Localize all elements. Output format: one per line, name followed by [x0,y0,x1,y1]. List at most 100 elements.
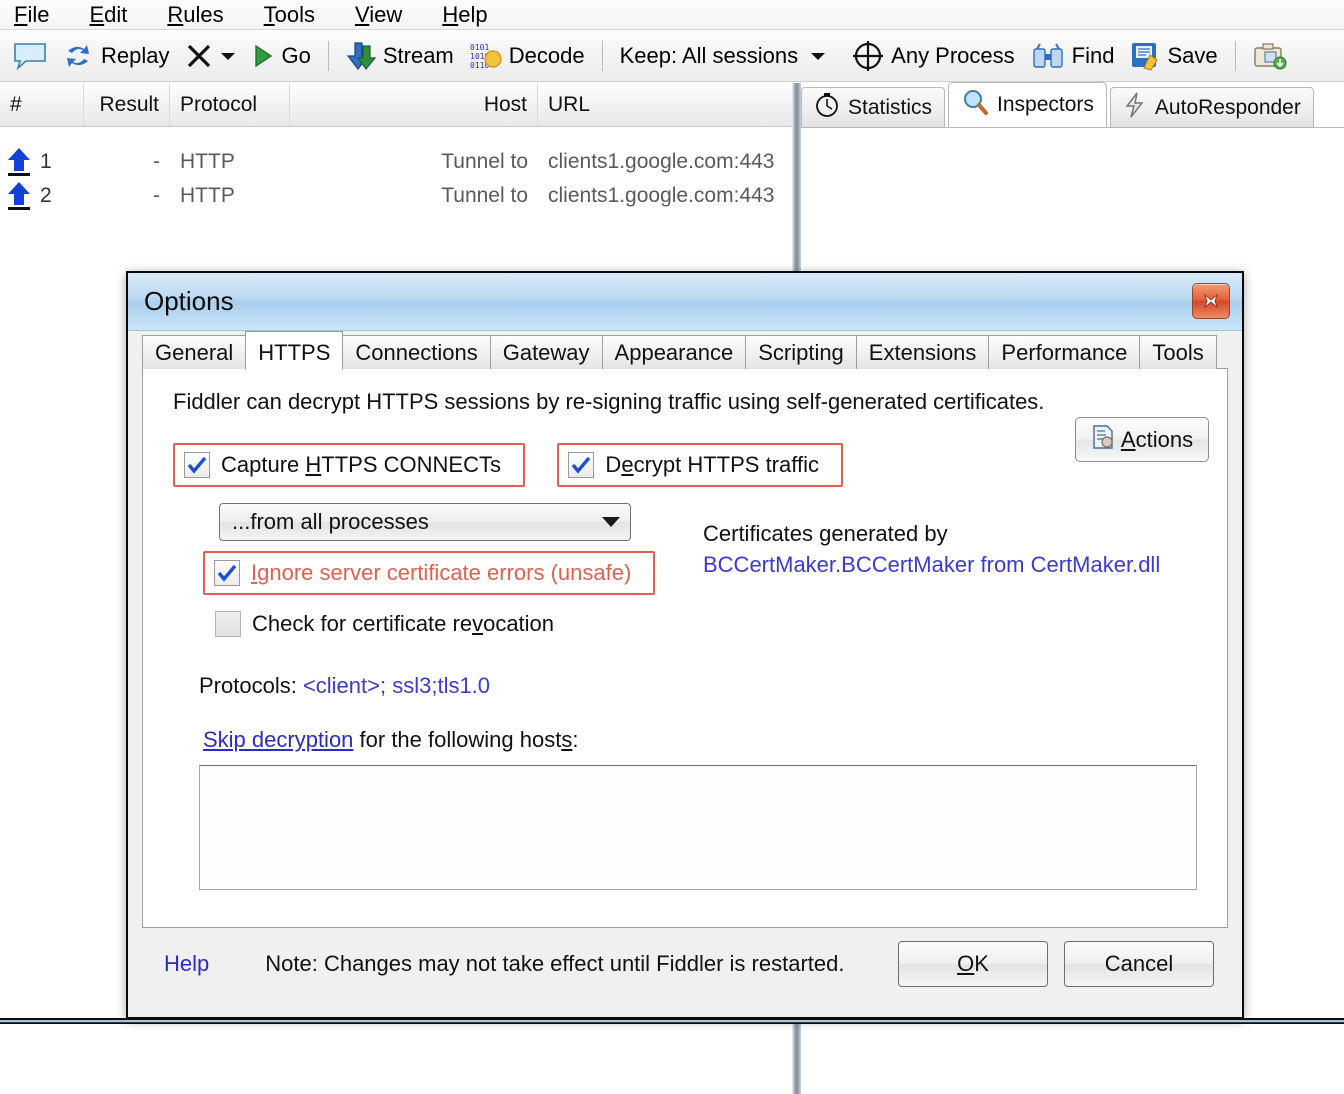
save-button[interactable]: Save [1122,34,1225,78]
menu-bar: File Edit Rules Tools View Help [0,0,1344,30]
menu-item-rules[interactable]: Rules [153,2,237,28]
ok-label: OK [957,951,989,977]
chevron-down-icon [602,517,620,527]
column-header-result[interactable]: Result [84,83,170,126]
process-filter-dropdown[interactable]: ...from all processes [219,503,631,541]
label-part: TTPS CONNECTs [321,452,501,477]
tab-extensions[interactable]: Extensions [855,334,990,369]
ignore-cert-errors-checkbox[interactable] [214,560,240,586]
label-accel: A [1120,426,1136,452]
menu-label: ile [27,1,50,27]
replay-icon [64,41,94,71]
check-revocation-label: Check for certificate revocation [252,611,554,637]
session-number: 2 [40,184,52,207]
https-tab-page: Fiddler can decrypt HTTPS sessions by re… [142,368,1228,928]
check-revocation-row: Check for certificate revocation [215,611,1207,637]
table-row[interactable]: 1 - HTTP Tunnel to clients1.google.com:4… [0,145,792,179]
protocols-label: Protocols: [199,673,303,698]
comment-button[interactable] [4,34,56,78]
column-header-protocol[interactable]: Protocol [170,83,290,126]
dialog-title: Options [144,286,234,316]
menu-label: dit [104,1,128,27]
tab-autoresponder[interactable]: AutoResponder [1109,87,1314,127]
menu-item-help[interactable]: Help [428,2,501,28]
tab-label: AutoResponder [1154,95,1301,119]
session-url: clients1.google.com:443 [548,184,775,207]
magnifier-icon [961,88,989,122]
remove-button[interactable] [177,34,244,78]
replay-label: Replay [101,43,170,68]
find-button[interactable]: Find [1023,34,1123,78]
menu-item-tools[interactable]: Tools [250,2,329,28]
decrypt-traffic-checkbox[interactable] [568,452,595,478]
protocols-value[interactable]: <client>; ssl3;tls1.0 [303,673,490,698]
skip-decryption-link[interactable]: Skip decryption [203,727,353,752]
cancel-button[interactable]: Cancel [1064,941,1214,987]
label-accel: H [305,452,322,477]
dialog-titlebar[interactable]: Options [128,273,1242,331]
tab-tools[interactable]: Tools [1139,334,1217,369]
target-icon [852,40,884,72]
tab-scripting[interactable]: Scripting [745,334,857,369]
ok-button[interactable]: OK [898,941,1048,987]
decode-label: Decode [508,43,585,68]
tab-label: Statistics [848,95,933,119]
tab-inspectors[interactable]: Inspectors [948,82,1107,127]
toolbar-separator-3 [1234,41,1236,71]
capture-connects-checkbox[interactable] [184,452,210,478]
table-row[interactable]: 2 - HTTP Tunnel to clients1.google.com:4… [0,179,792,213]
tab-gateway[interactable]: Gateway [489,334,603,369]
chevron-down-icon[interactable] [810,51,826,61]
tab-connections[interactable]: Connections [342,334,491,369]
session-url: clients1.google.com:443 [548,150,775,173]
help-link[interactable]: Help [164,951,209,977]
menu-item-edit[interactable]: Edit [75,2,141,28]
label-part: nore server certificate errors (unsafe) [269,560,632,585]
label-part: K [974,951,989,976]
tab-performance[interactable]: Performance [988,334,1141,369]
session-number: 1 [40,150,52,173]
column-header-number[interactable]: # [0,83,84,126]
go-label: Go [281,43,311,68]
column-header-host[interactable]: Host [290,83,538,126]
stream-button[interactable]: Stream [338,34,462,78]
protocols-row: Protocols: <client>; ssl3;tls1.0 [199,673,1207,699]
skip-decryption-rest-post: : [572,727,579,752]
tab-statistics[interactable]: Statistics [801,87,946,127]
label-accel: v [472,611,484,636]
capture-button[interactable] [1245,34,1287,78]
actions-button[interactable]: Actions [1075,417,1209,462]
decode-button[interactable]: 0101 1010 0110 Decode [462,34,593,78]
certificates-generator-link[interactable]: BCCertMaker.BCCertMaker from CertMaker.d… [703,552,1203,578]
go-button[interactable]: Go [244,34,318,78]
tab-appearance[interactable]: Appearance [601,334,747,369]
any-process-button[interactable]: Any Process [844,34,1023,78]
close-icon[interactable] [1192,283,1230,319]
column-header-url[interactable]: URL [538,83,792,126]
tab-general[interactable]: General [142,334,247,369]
label-accel: O [957,951,975,976]
menu-accel: R [167,1,184,27]
session-result: - [153,184,160,207]
menu-accel: T [263,1,275,27]
tab-https[interactable]: HTTPS [245,330,344,370]
session-protocol: HTTP [180,184,235,207]
replay-button[interactable]: Replay [56,34,177,78]
label-part: Check for certificate re [252,611,473,636]
menu-item-file[interactable]: File [0,2,63,28]
keep-sessions-dropdown[interactable]: Keep: All sessions [612,34,835,78]
cancel-label: Cancel [1104,951,1174,976]
certificate-actions-icon [1091,424,1117,456]
camera-icon [1253,41,1287,71]
certificates-generated-by-label: Certificates generated by [703,521,948,546]
menu-item-view[interactable]: View [341,2,416,28]
decode-icon: 0101 1010 0110 [470,41,502,71]
save-icon [1130,41,1160,71]
play-icon [252,43,274,69]
chevron-down-icon[interactable] [220,51,236,61]
find-label: Find [1071,43,1115,68]
close-x-icon [185,42,213,70]
check-revocation-checkbox[interactable] [215,611,241,637]
any-process-label: Any Process [891,43,1015,68]
skip-decryption-hosts-input[interactable] [199,765,1197,890]
